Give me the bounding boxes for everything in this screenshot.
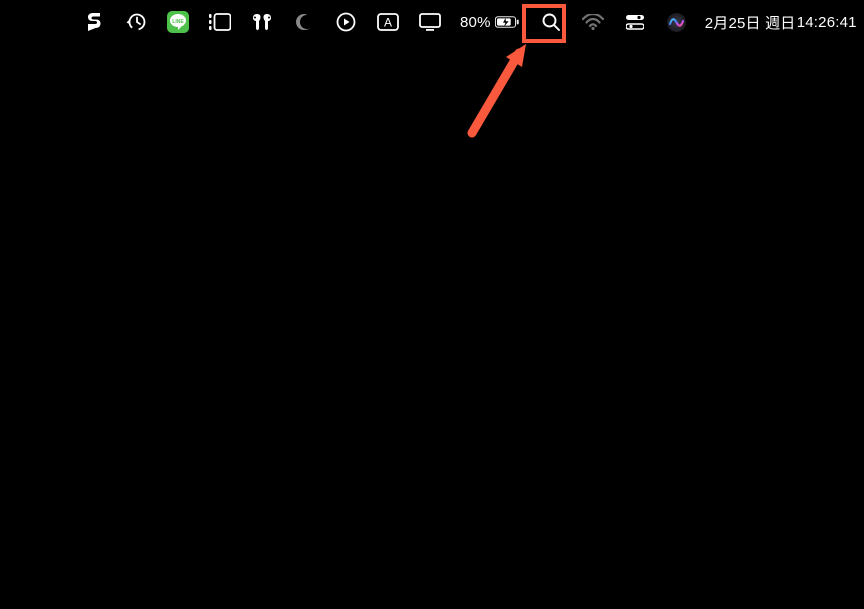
wifi-menu-icon[interactable] <box>581 8 605 36</box>
splice-icon <box>86 13 102 31</box>
dnd-moon-icon <box>295 13 313 31</box>
siri-menu-icon[interactable] <box>665 8 689 36</box>
wifi-icon <box>582 14 604 30</box>
svg-text:LINE: LINE <box>172 19 184 25</box>
spotlight-menu-icon[interactable] <box>539 8 563 36</box>
system-menubar: LINE A <box>0 0 864 44</box>
input-method-menu-icon[interactable]: A <box>376 8 400 36</box>
airpods-menu-icon[interactable] <box>250 8 274 36</box>
play-circle-icon <box>336 12 356 32</box>
battery-percent-label: 80% <box>460 14 491 31</box>
input-method-icon: A <box>377 13 399 31</box>
spotlight-search-icon <box>542 13 560 31</box>
battery-icon <box>495 15 519 29</box>
timemachine-icon <box>126 12 146 32</box>
splice-menu-icon[interactable] <box>82 8 106 36</box>
stagemanager-icon <box>209 13 231 31</box>
siri-icon <box>667 13 686 32</box>
line-icon: LINE <box>167 11 189 33</box>
timemachine-menu-icon[interactable] <box>124 8 148 36</box>
display-menu-icon[interactable] <box>418 8 442 36</box>
line-menu-icon[interactable]: LINE <box>166 8 190 36</box>
time-menu[interactable]: 14:26:41 <box>799 8 854 36</box>
svg-text:A: A <box>384 16 392 30</box>
annotation-arrow <box>464 41 534 141</box>
date-label: 2月25日 週日 <box>705 12 796 33</box>
dnd-menu-icon[interactable] <box>292 8 316 36</box>
date-menu[interactable]: 2月25日 週日 <box>709 8 792 36</box>
play-menu-icon[interactable] <box>334 8 358 36</box>
display-icon <box>419 13 441 31</box>
control-center-menu-icon[interactable] <box>623 8 647 36</box>
stagemanager-menu-icon[interactable] <box>208 8 232 36</box>
time-label: 14:26:41 <box>797 14 857 31</box>
battery-menu-icon[interactable]: 80% <box>460 8 519 36</box>
control-center-icon <box>626 13 644 31</box>
airpods-icon <box>252 13 272 31</box>
